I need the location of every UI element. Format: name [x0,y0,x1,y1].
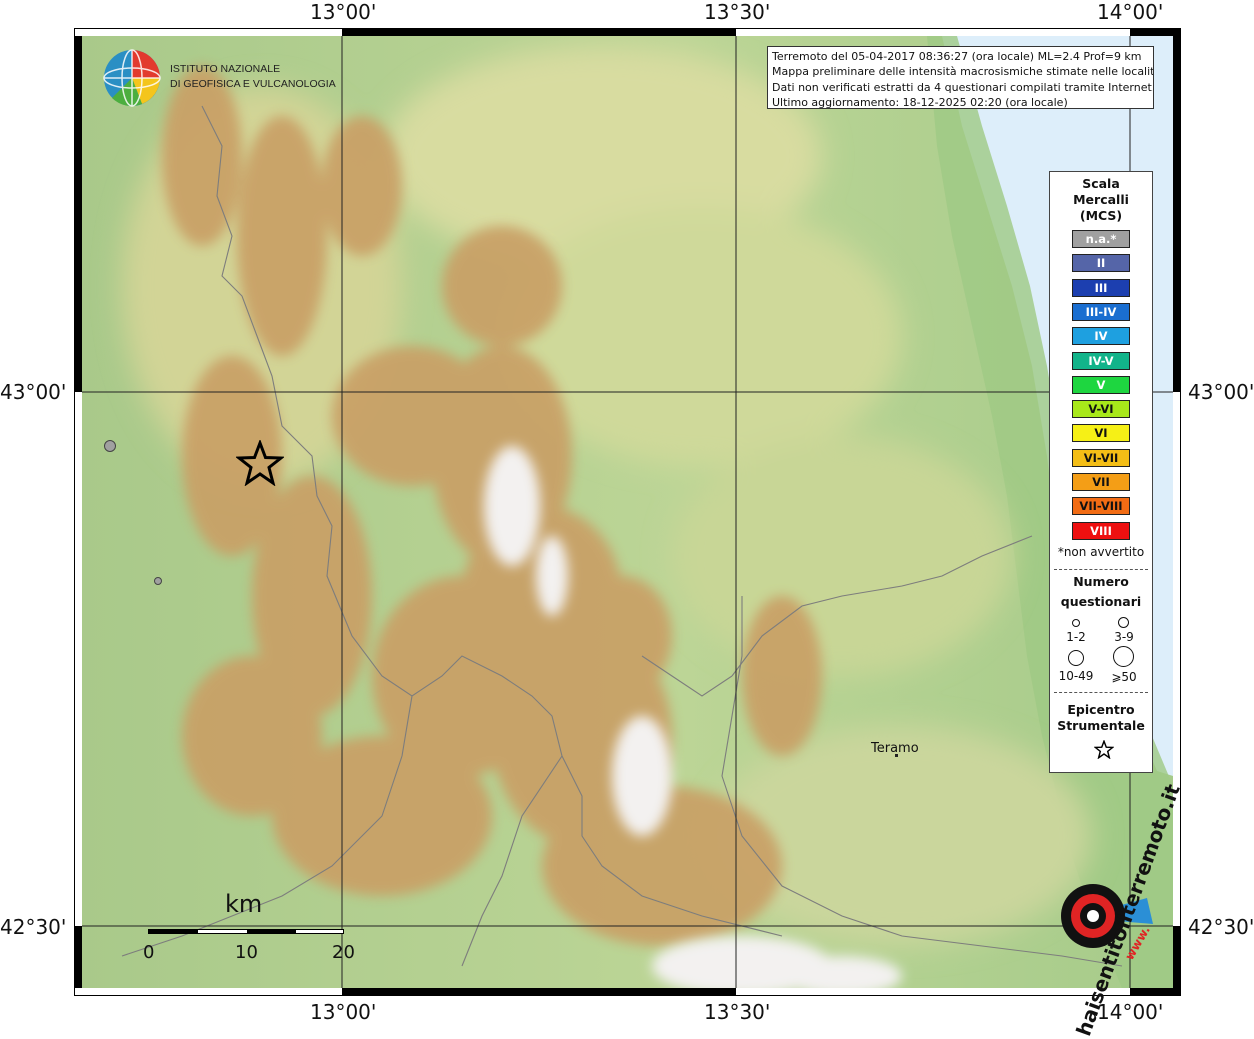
lon-label-bottom-1300: 13°00' [310,1000,377,1024]
event-info-line: Terremoto del 05-04-2017 08:36:27 (ora l… [772,50,1142,63]
frame-bar-top [342,28,736,36]
questionnaires-title: Numero [1073,574,1129,589]
mcs-class-iv: IV [1072,327,1130,346]
size-circle-icon [1118,617,1129,628]
relief-svg [82,36,1173,988]
epicenter-legend-star-icon [1094,740,1114,759]
event-info-line: Dati non verificati estratti da 4 questi… [772,80,1154,94]
lon-label-top-1300: 13°00' [310,0,377,24]
lat-label-left-4300: 43°00' [0,380,67,404]
frame-bar-right [1173,36,1181,392]
legend-title: Mercalli [1073,192,1129,207]
logo-text-line1: ISTITUTO NAZIONALE [170,63,281,75]
size-label: ⩾50 [1111,670,1137,684]
frame-bar-top-right [1130,28,1181,36]
mcs-class-vi: VI [1072,424,1130,443]
lon-label-top-1330: 13°30' [704,0,771,24]
mcs-class-n-a-: n.a.* [1072,230,1130,248]
epicenter-title: Epicentro [1067,702,1135,717]
lon-label-top-1400: 14°00' [1097,0,1164,24]
legend-divider [1054,569,1148,570]
shaded-relief-map[interactable] [82,36,1173,988]
size-label: 1-2 [1066,630,1086,644]
size-label: 3-9 [1114,630,1134,644]
scale-bar: km 0 10 20 [143,890,355,970]
legend-title: (MCS) [1079,208,1123,223]
epicenter-star-icon[interactable] [236,440,284,486]
mcs-class-viii: VIII [1072,521,1130,540]
city-label-teramo: Teramo [871,741,919,756]
lat-label-right-4300: 43°00' [1188,380,1254,404]
mcs-class-ii: II [1072,254,1130,273]
questionnaires-title: questionari [1060,594,1142,609]
frame-bar-left [74,36,82,392]
size-circle-icon [1068,650,1084,666]
lat-label-left-4230: 42°30' [0,915,67,939]
mcs-class-vii: VII [1072,473,1130,491]
frame-bar-bottom [342,988,736,996]
size-circle-icon [1113,646,1134,667]
scale-unit: km [225,890,263,918]
scale-label: 20 [332,942,355,963]
intensity-point-na[interactable] [104,440,116,452]
legend-panel: Scala Mercalli (MCS) n.a.* II III III-IV IV I… [1049,171,1153,773]
mcs-class-vi-vii: VI-VII [1072,448,1130,467]
size-circle-icon [1072,619,1080,627]
scale-label: 0 [143,942,155,963]
mcs-class-iii: III [1072,278,1130,297]
lat-label-right-4230: 42°30' [1188,915,1254,939]
event-info-line: Ultimo aggiornamento: 18-12-2025 02:20 (… [772,95,1068,109]
mcs-class-iv-v: IV-V [1072,351,1130,370]
globe-logo-icon [103,49,161,107]
haisentito-logo[interactable]: haisentitoilterremoto.it www. [1035,781,1185,1039]
mcs-class-iii-iv: III-IV [1072,302,1130,321]
frame-bar-bottom-right [1130,988,1181,996]
mcs-class-v: V [1072,375,1130,394]
epicenter-title: Strumentale [1057,718,1145,733]
mcs-class-v-vi: V-VI [1072,400,1130,419]
not-felt-note: *non avvertito [1057,545,1145,559]
intensity-point-na[interactable] [154,577,162,585]
size-label: 10-49 [1058,669,1094,683]
lon-label-bottom-1330: 13°30' [704,1000,771,1024]
event-info-box: Terremoto del 05-04-2017 08:36:27 (ora l… [767,46,1154,109]
frame-bar-left-bottom [74,926,82,988]
event-info-line: Mappa preliminare delle intensità macros… [772,65,1154,79]
logo-text-line2: DI GEOFISICA E VULCANOLOGIA [170,78,336,90]
legend-divider [1054,692,1148,693]
scale-label: 10 [235,942,258,963]
legend-title: Scala [1082,176,1120,191]
mcs-class-vii-viii: VII-VIII [1072,497,1130,516]
scale-bar-graphic [148,929,344,934]
frame-bar-right-bottom [1173,926,1181,988]
lon-label-bottom-1400: 14°00' [1097,1000,1164,1024]
